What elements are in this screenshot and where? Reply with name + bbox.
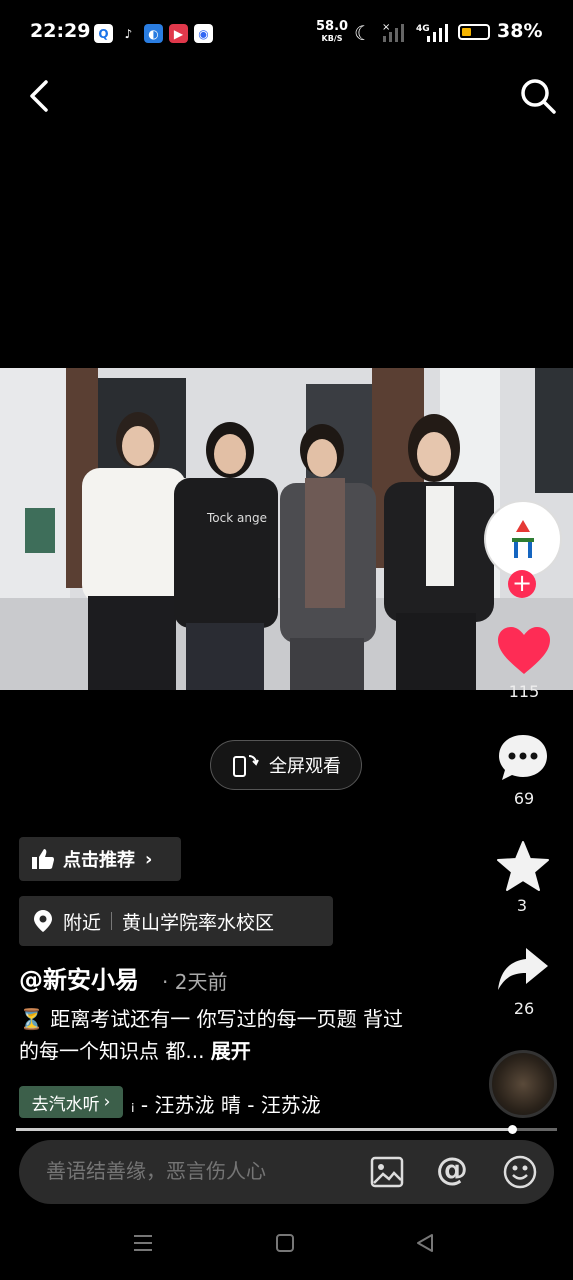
image-icon[interactable]	[370, 1156, 404, 1188]
video-app-icon: ▶	[169, 24, 188, 43]
recommend-label: 点击推荐	[63, 850, 135, 871]
location-prefix: 附近	[63, 911, 102, 934]
search-icon[interactable]	[518, 76, 558, 116]
signal-4g-icon: 4G	[416, 24, 448, 42]
moon-icon: ☾	[354, 21, 372, 45]
status-time: 22:29	[30, 20, 91, 42]
battery-percent: 38%	[497, 20, 543, 42]
follow-plus-icon[interactable]: +	[508, 570, 536, 598]
music-title[interactable]: ᵢ - 汪苏泷 晴 - 汪苏泷	[131, 1089, 321, 1118]
back-icon[interactable]	[26, 78, 56, 114]
svg-text:Tock ange: Tock ange	[206, 511, 267, 525]
comment-input[interactable]	[46, 1159, 326, 1183]
location-pin-icon	[34, 910, 52, 932]
rotate-screen-icon	[233, 755, 259, 777]
tiktok-icon: ♪	[124, 26, 133, 41]
net-speed: 58.0 KB/S	[316, 19, 349, 43]
battery-icon	[458, 24, 490, 40]
status-bar: 22:29 Q ♪ ◐ ▶ ◉ 58.0 KB/S ☾ × 4G 38%	[0, 0, 573, 66]
chevron-right-icon: ›	[103, 1092, 111, 1112]
progress-fill	[16, 1128, 512, 1131]
menu-icon[interactable]	[132, 1232, 154, 1254]
comment-icon[interactable]	[497, 733, 549, 783]
back-triangle-icon[interactable]	[414, 1232, 436, 1254]
signal-icon: ×	[382, 22, 404, 42]
favorite-count: 3	[516, 896, 528, 915]
notification-icons: Q ♪ ◐ ▶ ◉	[94, 24, 213, 43]
emoji-icon[interactable]	[503, 1155, 537, 1189]
music-disc-icon[interactable]	[489, 1050, 557, 1118]
home-icon[interactable]	[274, 1232, 296, 1254]
favorite-star-icon[interactable]	[496, 840, 550, 892]
chevron-right-icon: ›	[145, 848, 153, 870]
fullscreen-button[interactable]: 全屏观看	[210, 740, 362, 790]
post-time: · 2天前	[162, 970, 228, 994]
search-app-icon: Q	[94, 24, 113, 43]
school-logo-icon	[512, 520, 534, 558]
description[interactable]: ⏳ 距离考试还有一 你写过的每一页题 背过的每一个知识点 都... 展开	[19, 1003, 409, 1067]
author-name[interactable]: @新安小易	[19, 960, 139, 995]
divider	[111, 912, 113, 930]
recommend-button[interactable]: 点击推荐 ›	[19, 837, 181, 881]
music-button-label: 去汽水听	[31, 1094, 100, 1115]
thumbs-up-icon	[32, 849, 54, 869]
fullscreen-label: 全屏观看	[269, 756, 341, 777]
comment-count: 69	[513, 789, 535, 808]
app-icon: ◐	[144, 24, 163, 43]
location-place: 黄山学院率水校区	[122, 911, 275, 934]
creator-avatar[interactable]	[484, 500, 562, 578]
listen-in-qishui-button[interactable]: 去汽水听 ›	[19, 1086, 123, 1118]
mention-icon[interactable]: @	[436, 1150, 468, 1188]
like-count: 115	[508, 682, 540, 701]
share-arrow-icon[interactable]	[496, 946, 550, 992]
expand-button[interactable]: 展开	[211, 1039, 251, 1063]
network-label: 4G	[416, 24, 430, 34]
like-heart-icon[interactable]	[497, 626, 551, 676]
svg-text:×: ×	[382, 22, 390, 33]
progress-handle[interactable]	[508, 1125, 517, 1134]
share-count: 26	[513, 999, 535, 1018]
baidu-icon: ◉	[194, 24, 213, 43]
location-chip[interactable]: 附近 黄山学院率水校区	[19, 896, 333, 946]
